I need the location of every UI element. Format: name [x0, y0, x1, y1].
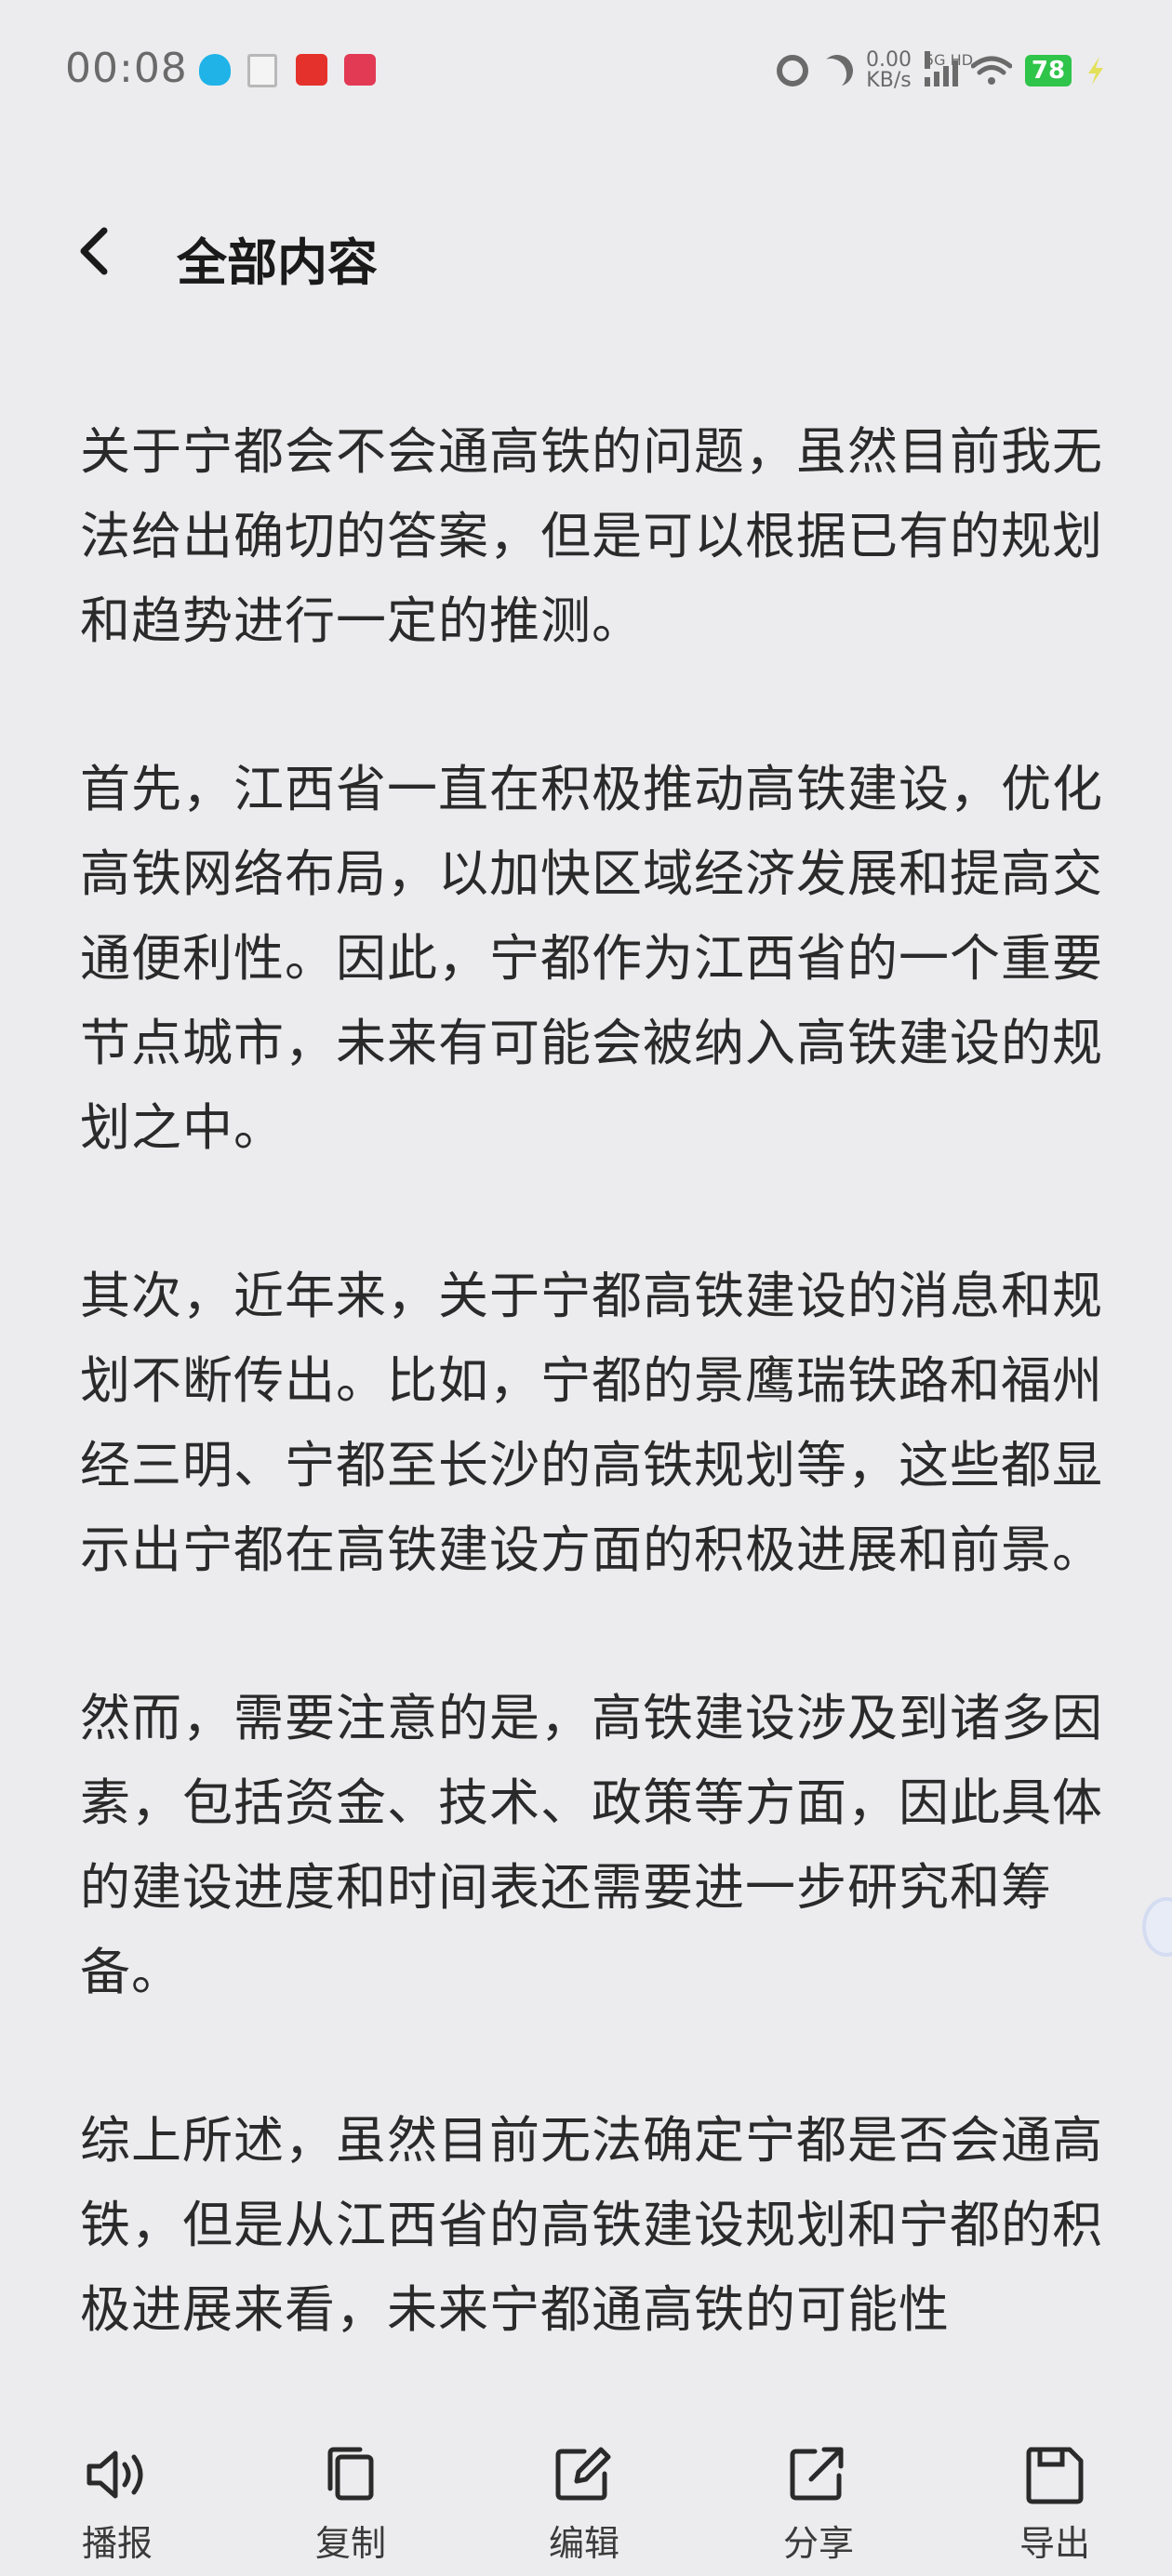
paragraph: 首先，江西省一直在积极推动高铁建设，优化高铁网络布局，以加快区域经济发展和提高交… — [80, 760, 1103, 1157]
charging-icon — [1088, 57, 1103, 85]
network-type-label: 5G HD — [925, 51, 974, 69]
copy-button[interactable]: 复制 — [286, 2444, 416, 2565]
share-label: 分享 — [782, 2523, 854, 2564]
status-right-icons: 0.00 KB/s 5G HD 78 — [777, 50, 1107, 91]
chevron-left-icon — [80, 227, 108, 275]
cellular-signal-icon: 5G HD — [925, 51, 973, 86]
share-button[interactable]: 分享 — [753, 2444, 884, 2565]
article-content[interactable]: 关于宁都会不会通高铁的问题，虽然目前我无法给出确切的答案，但是可以根据已有的规划… — [80, 409, 1103, 2384]
broadcast-label: 播报 — [81, 2523, 153, 2564]
copy-icon — [327, 2447, 374, 2501]
paragraph: 关于宁都会不会通高铁的问题，虽然目前我无法给出确切的答案，但是可以根据已有的规划… — [80, 422, 1103, 650]
page-title: 全部内容 — [177, 233, 378, 292]
share-icon — [790, 2447, 844, 2501]
document-notification-icon — [247, 54, 277, 87]
paragraph: 综上所述，虽然目前无法确定宁都是否会通高铁，但是从江西省的高铁建设规划和宁都的积… — [80, 2111, 1103, 2339]
network-speed-value: 0.00 — [866, 48, 912, 72]
floating-edge-handle[interactable] — [1142, 1897, 1172, 1957]
qq-notification-icon — [199, 54, 231, 86]
network-speed: 0.00 KB/s — [866, 50, 912, 91]
speaker-icon — [87, 2450, 143, 2499]
music-app-notification-icon — [296, 54, 327, 86]
bottom-toolbar: 播报 复制 编辑 分享 导出 — [0, 2409, 1172, 2576]
edit-label: 编辑 — [548, 2523, 619, 2564]
battery-level: 78 — [1025, 55, 1072, 86]
export-label: 导出 — [1019, 2523, 1090, 2564]
back-button[interactable] — [69, 223, 125, 279]
status-time: 00:08 — [65, 45, 188, 92]
export-button[interactable]: 导出 — [990, 2444, 1120, 2565]
page-header: 全部内容 — [0, 205, 1172, 298]
wifi-icon — [971, 56, 1012, 85]
edit-button[interactable]: 编辑 — [519, 2444, 649, 2565]
paragraph: 然而，需要注意的是，高铁建设涉及到诸多因素，包括资金、技术、政策等方面，因此具体… — [80, 1689, 1103, 2001]
copy-label: 复制 — [314, 2523, 386, 2564]
paragraph: 其次，近年来，关于宁都高铁建设的消息和规划不断传出。比如，宁都的景鹰瑞铁路和福州… — [80, 1267, 1103, 1579]
alarm-icon — [777, 55, 809, 86]
broadcast-button[interactable]: 播报 — [52, 2444, 182, 2565]
network-speed-unit: KB/s — [866, 69, 912, 92]
status-bar: 00:08 0.00 KB/s 5G HD 78 — [0, 0, 1172, 139]
do-not-disturb-icon — [816, 49, 859, 92]
save-icon — [1026, 2447, 1084, 2504]
radio-app-notification-icon — [344, 54, 376, 86]
edit-icon — [555, 2447, 611, 2501]
